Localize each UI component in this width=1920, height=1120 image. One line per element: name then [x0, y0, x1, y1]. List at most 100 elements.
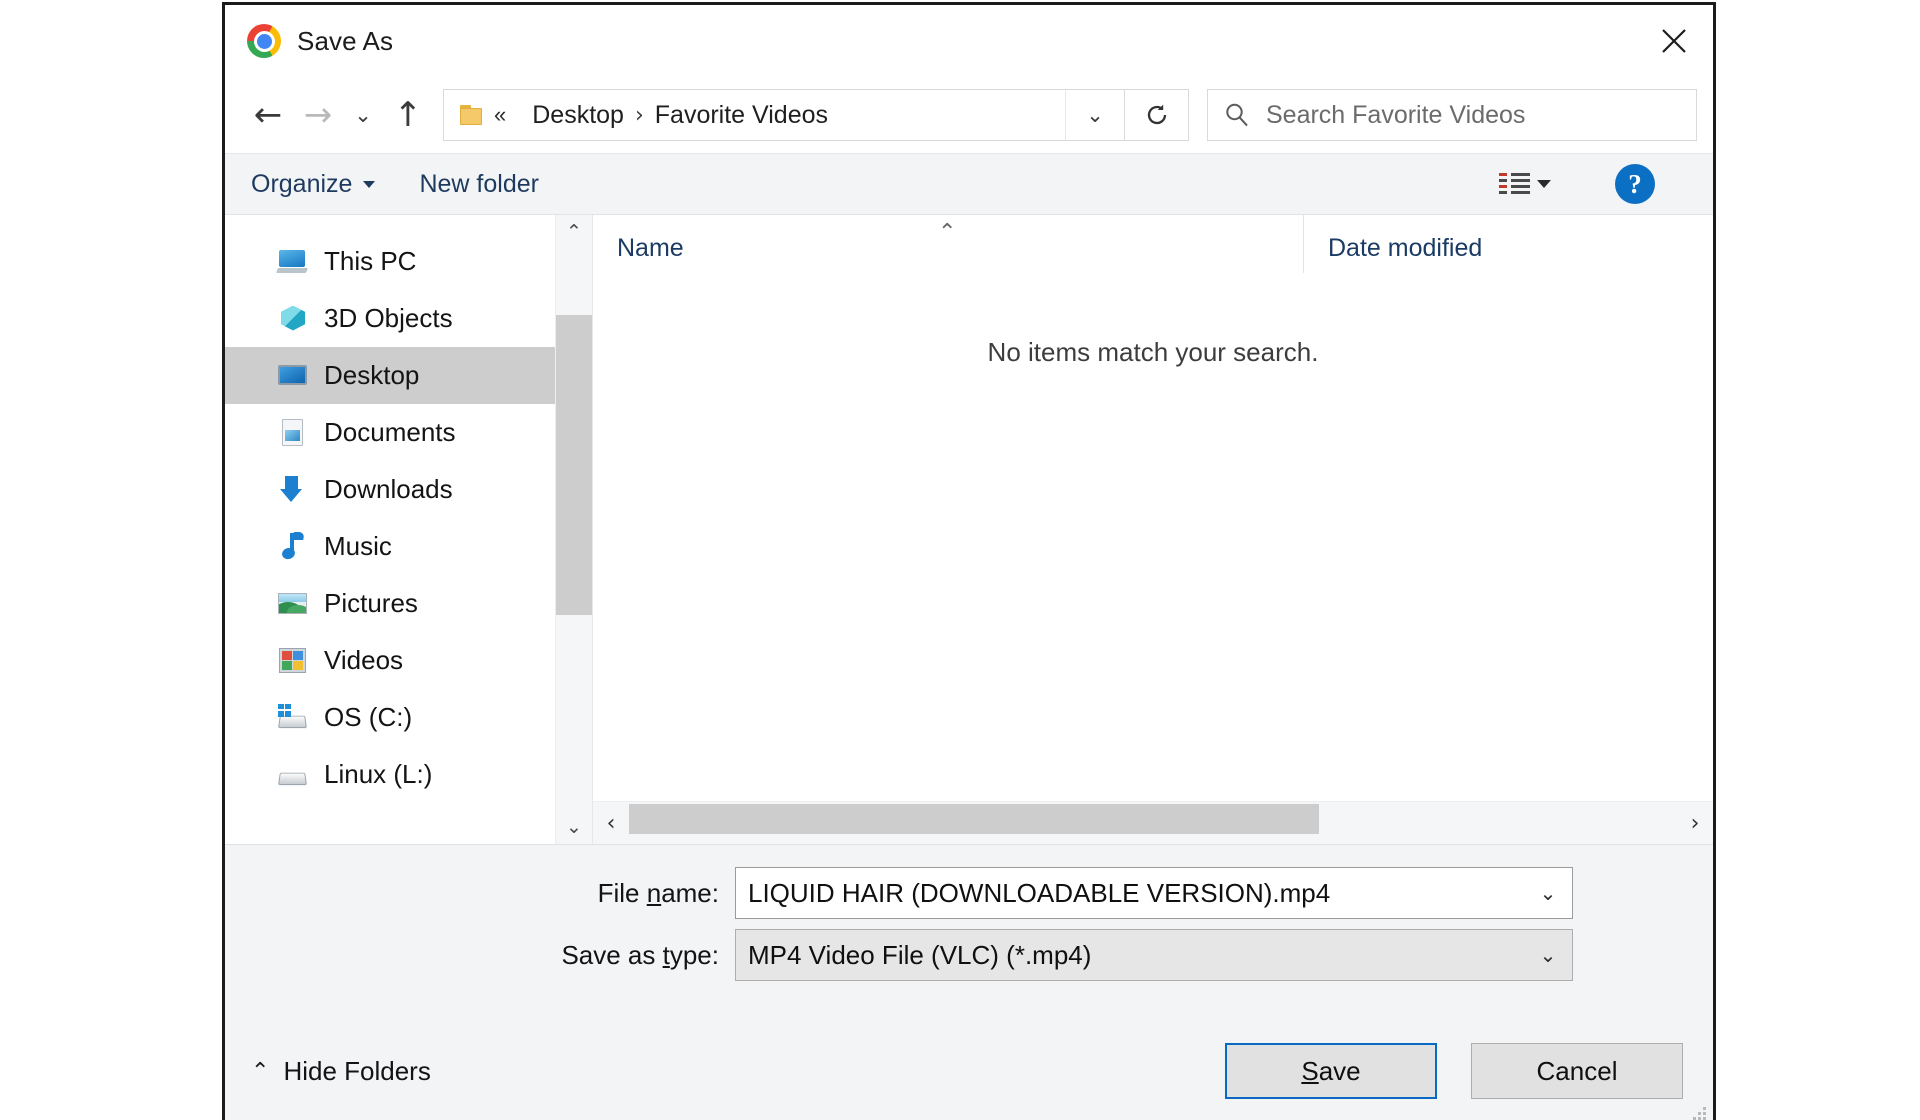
up-arrow-icon: ↑: [393, 95, 423, 135]
sidebar-item-label: Documents: [324, 417, 456, 447]
new-folder-label: New folder: [419, 169, 539, 198]
back-button[interactable]: ←: [243, 90, 293, 140]
file-list-horizontal-scrollbar[interactable]: ‹ ›: [593, 801, 1713, 844]
sidebar-item-linux-l[interactable]: Linux (L:): [225, 746, 555, 803]
address-bar[interactable]: « Desktop › Favorite Videos ⌄: [443, 89, 1125, 141]
title-bar: Save As: [225, 5, 1713, 77]
column-header-date-label: Date modified: [1328, 234, 1483, 262]
hscroll-thumb[interactable]: [629, 804, 1319, 834]
sidebar-item-music[interactable]: Music: [225, 518, 555, 575]
up-one-level-button[interactable]: ↑: [383, 90, 433, 140]
chevron-left-icon[interactable]: ‹: [593, 811, 629, 836]
sidebar-item-label: Downloads: [324, 474, 453, 504]
3d-objects-icon: [277, 304, 309, 334]
music-icon: [277, 531, 309, 562]
breadcrumb-separator: ›: [634, 102, 644, 128]
chevron-right-icon[interactable]: ›: [1677, 811, 1713, 836]
sidebar-item-this-pc[interactable]: This PC: [225, 233, 555, 290]
sidebar-item-label: OS (C:): [324, 702, 413, 732]
sidebar-item-label: Videos: [324, 645, 404, 675]
chevron-down-icon: [363, 180, 376, 188]
save-as-type-value: MP4 Video File (VLC) (*.mp4): [748, 939, 1092, 970]
videos-icon: [277, 646, 309, 676]
command-bar: Organize New folder ?: [225, 153, 1713, 215]
chevron-up-icon[interactable]: ⌃: [556, 215, 592, 249]
sidebar-item-videos[interactable]: Videos: [225, 632, 555, 689]
cancel-button[interactable]: Cancel: [1471, 1043, 1683, 1099]
hide-folders-label: Hide Folders: [283, 1055, 431, 1086]
column-header-name-label: Name: [617, 234, 684, 262]
save-as-type-field[interactable]: MP4 Video File (VLC) (*.mp4) ⌄: [735, 929, 1573, 981]
back-arrow-icon: ←: [253, 95, 283, 135]
pictures-icon: [277, 589, 309, 619]
resize-grip[interactable]: [1691, 1105, 1707, 1120]
breadcrumb-overflow[interactable]: «: [494, 102, 510, 128]
help-button[interactable]: ?: [1615, 164, 1655, 204]
sidebar-scrollbar-thumb[interactable]: [556, 315, 592, 615]
hide-folders-button[interactable]: ⌃ Hide Folders: [251, 1056, 431, 1087]
help-label: ?: [1628, 168, 1642, 199]
refresh-icon: [1147, 104, 1166, 125]
save-form: File name: ⌄ Save as type: MP4 Video Fil…: [225, 844, 1713, 1017]
navigation-pane: This PC 3D Objects Desktop Documents Downloa…: [225, 215, 555, 844]
column-header-name[interactable]: Name ⌃: [593, 215, 1303, 273]
recent-locations-button[interactable]: ⌄: [343, 90, 383, 140]
sidebar-item-label: 3D Objects: [324, 303, 453, 333]
folder-icon: [460, 105, 484, 125]
file-list-header: Name ⌃ Date modified: [593, 215, 1713, 273]
breadcrumb-item-desktop[interactable]: Desktop: [532, 101, 624, 130]
view-options-icon[interactable]: [1497, 171, 1531, 197]
chevron-down-icon[interactable]: ⌄: [556, 810, 592, 844]
column-header-date-modified[interactable]: Date modified: [1303, 215, 1713, 273]
chevron-up-icon: ⌃: [251, 1058, 270, 1084]
drive-os-icon: [277, 703, 309, 733]
window-title: Save As: [297, 25, 394, 56]
sidebar-item-label: Desktop: [324, 360, 420, 390]
close-button[interactable]: [1635, 5, 1713, 77]
refresh-button[interactable]: [1125, 89, 1189, 141]
file-name-field[interactable]: ⌄: [735, 867, 1573, 919]
forward-button[interactable]: →: [293, 90, 343, 140]
view-options-dropdown-icon[interactable]: [1537, 180, 1551, 188]
screenshot-root: Save As ← → ⌄ ↑ « Desktop › Favorite Vid…: [0, 0, 1920, 1120]
sidebar-item-downloads[interactable]: Downloads: [225, 461, 555, 518]
sidebar-item-os-c[interactable]: OS (C:): [225, 689, 555, 746]
chevron-down-icon: ⌄: [1539, 943, 1557, 967]
sidebar-item-3d-objects[interactable]: 3D Objects: [225, 290, 555, 347]
empty-list-message: No items match your search.: [987, 337, 1319, 367]
organize-label: Organize: [251, 169, 353, 198]
desktop-icon: [277, 361, 309, 391]
save-as-type-dropdown-button[interactable]: ⌄: [1524, 943, 1572, 967]
sidebar-scrollbar[interactable]: ⌃ ⌄: [555, 215, 592, 844]
documents-icon: [277, 418, 309, 448]
organize-button[interactable]: Organize: [251, 169, 376, 199]
sidebar-item-desktop[interactable]: Desktop: [225, 347, 555, 404]
forward-arrow-icon: →: [303, 95, 333, 135]
chrome-icon: [247, 24, 281, 58]
save-button[interactable]: Save: [1225, 1043, 1437, 1099]
sidebar-item-label: Linux (L:): [324, 759, 433, 789]
file-name-label: File name:: [597, 877, 719, 908]
breadcrumb: « Desktop › Favorite Videos: [494, 101, 1065, 130]
dialog-footer: ⌃ Hide Folders Save Cancel: [225, 1017, 1713, 1120]
sort-ascending-icon: ⌃: [938, 220, 957, 245]
new-folder-button[interactable]: New folder: [419, 170, 539, 199]
save-as-type-label: Save as type:: [561, 939, 719, 970]
chevron-down-icon: ⌄: [1539, 881, 1557, 905]
breadcrumb-item-favorite-videos[interactable]: Favorite Videos: [655, 101, 828, 130]
this-pc-icon: [276, 247, 309, 277]
dialog-body: This PC 3D Objects Desktop Documents Downloa…: [225, 215, 1713, 844]
file-name-dropdown-button[interactable]: ⌄: [1524, 881, 1572, 905]
search-input[interactable]: [1266, 100, 1696, 130]
file-name-input[interactable]: [736, 877, 1524, 909]
file-name-row: File name: ⌄: [225, 867, 1713, 919]
search-box[interactable]: [1207, 89, 1697, 141]
drive-linux-icon: [277, 760, 309, 790]
sidebar-item-pictures[interactable]: Pictures: [225, 575, 555, 632]
sidebar-item-documents[interactable]: Documents: [225, 404, 555, 461]
sidebar-item-label: Music: [324, 531, 392, 561]
hscroll-track[interactable]: [629, 802, 1677, 844]
chevron-down-icon: ⌄: [1086, 102, 1104, 127]
sidebar-item-label: Pictures: [324, 588, 418, 618]
address-dropdown-button[interactable]: ⌄: [1065, 90, 1124, 140]
